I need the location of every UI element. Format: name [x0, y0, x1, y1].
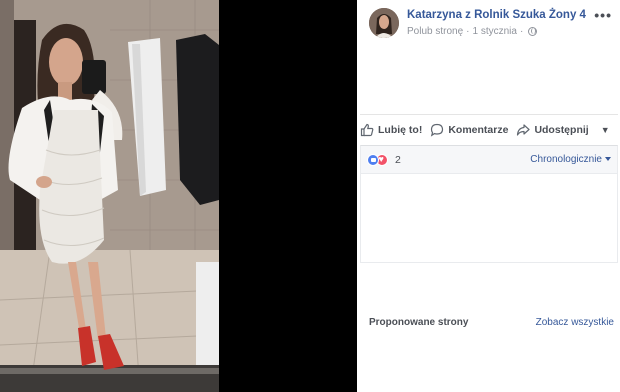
photo-viewer	[0, 0, 357, 392]
chevron-down-icon	[605, 157, 611, 162]
post-header: Katarzyna z Rolnik Szuka Żony 4 Polub st…	[357, 0, 620, 44]
post-photo[interactable]	[0, 0, 219, 392]
share-label: Udostępnij	[534, 123, 589, 136]
mirror-selfie-image	[0, 0, 219, 392]
suggested-pages-header: Proponowane strony Zobacz wszystkie	[369, 317, 614, 328]
comment-button[interactable]: Komentarze	[430, 123, 508, 137]
like-reaction-icon[interactable]	[367, 154, 379, 166]
more-options-button[interactable]: •••	[594, 8, 612, 22]
share-button[interactable]: Udostępnij	[516, 123, 589, 137]
meta-separator-2: ·	[519, 26, 524, 37]
thumb-up-icon	[360, 123, 374, 136]
like-label: Lubię to!	[378, 123, 423, 136]
like-page-link[interactable]: Polub stronę	[407, 26, 463, 37]
page-avatar[interactable]	[369, 8, 399, 38]
see-all-link[interactable]: Zobacz wszystkie	[536, 317, 614, 328]
reactions-summary: 2 Chronologicznie	[361, 146, 617, 174]
suggested-pages-title: Proponowane strony	[369, 317, 469, 328]
comment-label: Komentarze	[448, 123, 509, 136]
post-meta: Polub stronę · 1 stycznia ·	[407, 26, 538, 37]
post-actions-bar: Lubię to! Komentarze Udostępnij ▼	[360, 114, 618, 144]
globe-icon	[528, 27, 538, 36]
reactions-panel: 2 Chronologicznie	[360, 145, 618, 263]
meta-separator: ·	[466, 26, 470, 37]
post-date-link[interactable]: 1 stycznia	[473, 26, 517, 37]
share-icon	[517, 123, 531, 136]
comment-sort-dropdown[interactable]: Chronologicznie	[530, 154, 611, 165]
reaction-count[interactable]: 2	[395, 154, 401, 166]
post-side-panel: Katarzyna z Rolnik Szuka Żony 4 Polub st…	[357, 0, 620, 392]
like-button[interactable]: Lubię to!	[360, 123, 422, 137]
share-dropdown-icon[interactable]: ▼	[601, 125, 610, 135]
comment-icon	[431, 123, 444, 137]
sort-label: Chronologicznie	[530, 154, 602, 165]
page-name-link[interactable]: Katarzyna z Rolnik Szuka Żony 4	[407, 9, 586, 21]
